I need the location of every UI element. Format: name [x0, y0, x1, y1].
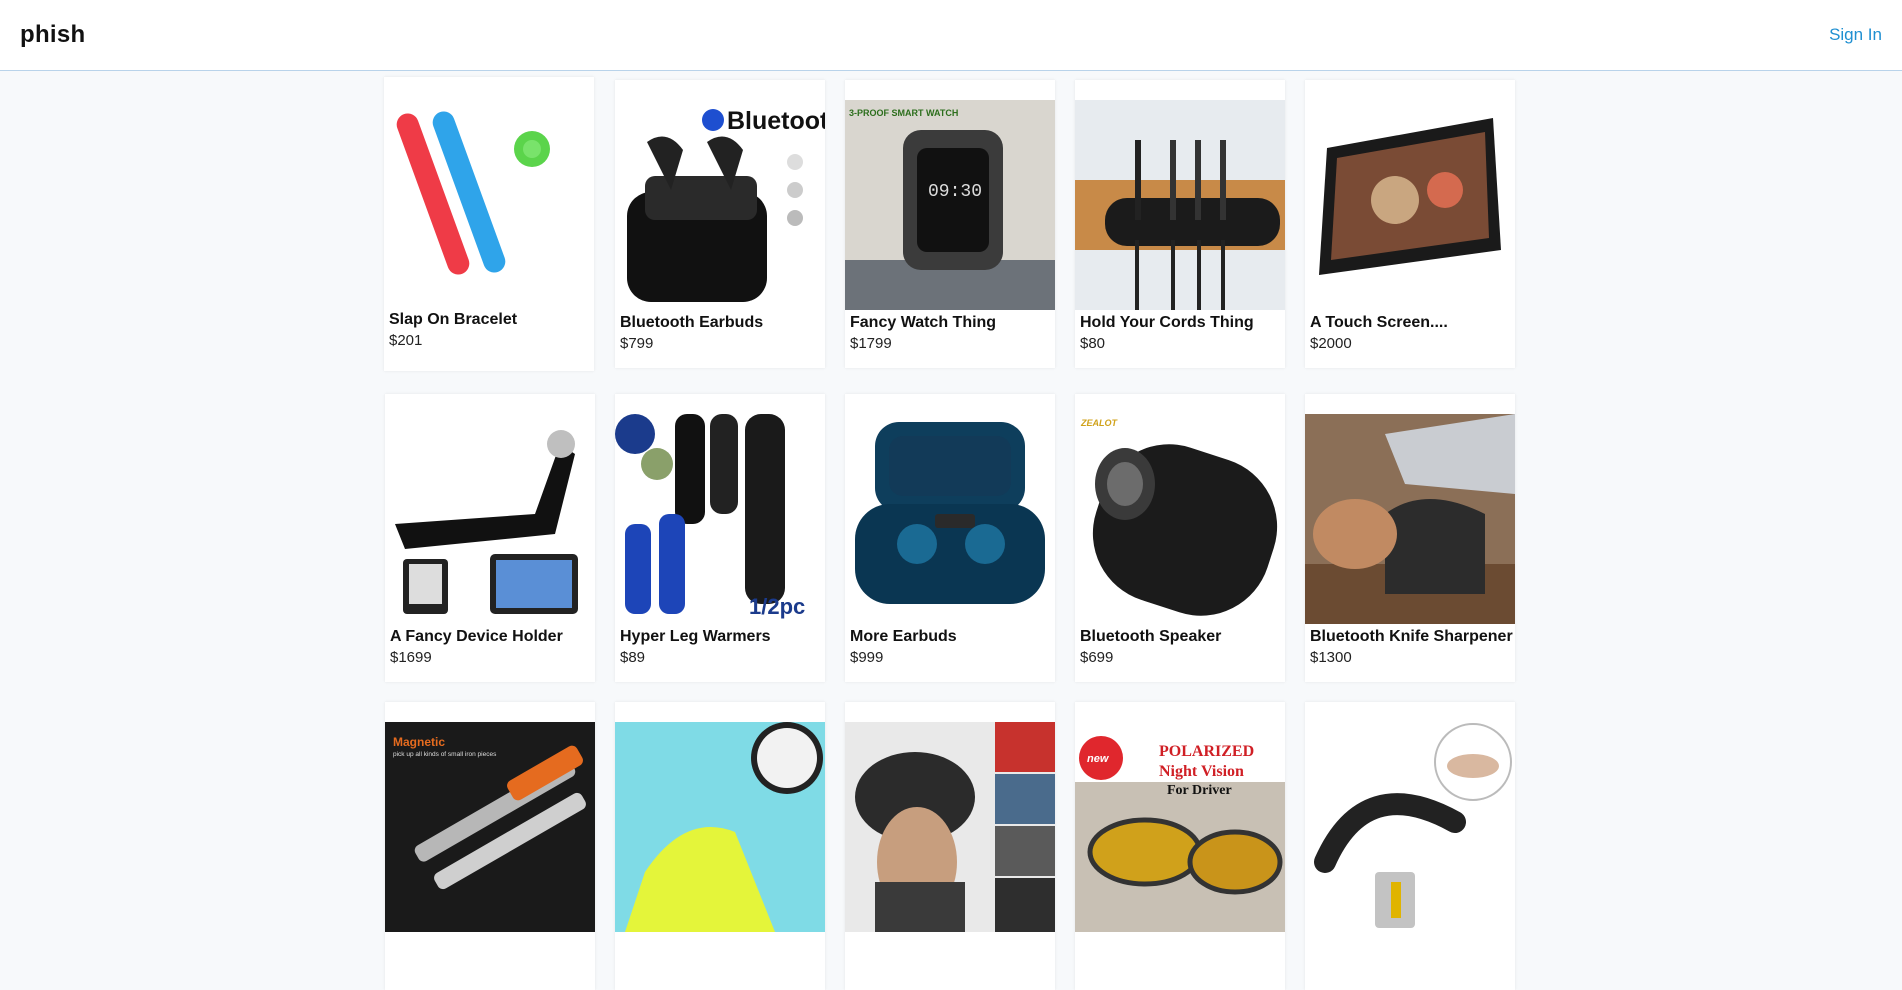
product-grid: Slap On Bracelet $201 Bluetooth Bluetoot… [384, 77, 1515, 990]
image-text-magnetic: Magnetic [393, 735, 445, 749]
product-card[interactable]: A Touch Screen.... $2000 [1305, 80, 1515, 368]
image-text-smart-watch: 3-PROOF SMART WATCH [849, 108, 958, 118]
product-card[interactable]: Bluetooth Knife Sharpener $1300 [1305, 394, 1515, 682]
product-card[interactable]: ZEALOT Bluetooth Speaker $699 [1075, 394, 1285, 682]
product-image-slap-bracelet [384, 97, 594, 307]
product-image-night-vision: new POLARIZED Night Vision For Driver [1075, 722, 1285, 932]
slap-bracelet-image [384, 97, 594, 307]
image-text-driver: For Driver [1167, 783, 1232, 798]
product-image-speaker: ZEALOT [1075, 414, 1285, 624]
sign-in-link[interactable]: Sign In [1829, 25, 1882, 45]
image-text-night-vision: Night Vision [1159, 763, 1244, 780]
product-image-knife-sharpener [1305, 414, 1515, 624]
smart-watch-image: 3-PROOF SMART WATCH 09:30 [845, 100, 1055, 310]
product-image-winter-hat [845, 722, 1055, 932]
product-price: $799 [620, 335, 654, 352]
product-name[interactable]: A Fancy Device Holder [390, 628, 563, 646]
screen-magnifier-image [1305, 100, 1515, 310]
product-price: $2000 [1310, 335, 1352, 352]
product-image-device-holder [385, 414, 595, 624]
speaker-image: ZEALOT [1075, 414, 1285, 624]
product-name[interactable]: Bluetooth Knife Sharpener [1310, 628, 1513, 646]
product-price: $1300 [1310, 649, 1352, 666]
product-name[interactable]: Hyper Leg Warmers [620, 628, 771, 646]
badge-new: new [1087, 753, 1110, 765]
brand-logo[interactable]: phish [20, 21, 86, 49]
product-name[interactable]: A Touch Screen.... [1310, 314, 1448, 332]
product-name[interactable]: Hold Your Cords Thing [1080, 314, 1254, 332]
product-card[interactable]: Slap On Bracelet $201 [384, 77, 594, 371]
cord-holder-image [1075, 100, 1285, 310]
leg-warmers-image: 1/2pc [615, 414, 825, 624]
image-text-zealot: ZEALOT [1080, 418, 1118, 428]
product-card[interactable]: 1/2pc Hyper Leg Warmers $89 [615, 394, 825, 682]
product-card[interactable]: More Earbuds $999 [845, 394, 1055, 682]
night-vision-glasses-image: new POLARIZED Night Vision For Driver [1075, 722, 1285, 932]
svg-text:09:30: 09:30 [928, 182, 982, 202]
product-image-screen-magnifier [1305, 100, 1515, 310]
winter-hat-image [845, 722, 1055, 932]
product-image-earbuds: Bluetooth [615, 100, 825, 310]
image-text-pc: 1/2pc [749, 594, 805, 619]
shoe-cover-image [615, 722, 825, 932]
product-card[interactable]: Magnetic pick up all kinds of small iron… [385, 702, 595, 990]
product-name[interactable]: Fancy Watch Thing [850, 314, 996, 332]
earbuds-case-image [845, 414, 1055, 624]
product-card[interactable]: 3-PROOF SMART WATCH 09:30 Fancy Watch Th… [845, 80, 1055, 368]
product-name[interactable]: Slap On Bracelet [389, 311, 517, 329]
product-image-earbuds-case [845, 414, 1055, 624]
product-price: $89 [620, 649, 646, 666]
product-image-leg-warmers: 1/2pc [615, 414, 825, 624]
usb-bracelet-image [1305, 722, 1515, 932]
product-price: $80 [1080, 335, 1106, 352]
product-price: $699 [1080, 649, 1114, 666]
product-price: $999 [850, 649, 884, 666]
product-name[interactable]: More Earbuds [850, 628, 957, 646]
product-image-cord-holder [1075, 100, 1285, 310]
product-price: $201 [389, 332, 423, 349]
product-name[interactable]: Bluetooth Earbuds [620, 314, 763, 332]
top-header: phish Sign In [0, 0, 1902, 71]
device-holder-image [385, 414, 595, 624]
image-subtext-magnetic: pick up all kinds of small iron pieces [393, 751, 497, 758]
image-text-polarized: POLARIZED [1159, 743, 1254, 760]
product-card[interactable] [845, 702, 1055, 990]
product-card[interactable] [615, 702, 825, 990]
magnetic-pickup-tool-image: Magnetic pick up all kinds of small iron… [385, 722, 595, 932]
product-image-usb-bracelet [1305, 722, 1515, 932]
product-card[interactable]: Hold Your Cords Thing $80 [1075, 80, 1285, 368]
product-card[interactable]: Bluetooth Bluetooth Earbuds $799 [615, 80, 825, 368]
product-price: $1799 [850, 335, 892, 352]
earbuds-image: Bluetooth [615, 100, 825, 310]
product-image-magnetic-tool: Magnetic pick up all kinds of small iron… [385, 722, 595, 932]
product-name[interactable]: Bluetooth Speaker [1080, 628, 1221, 646]
product-card[interactable]: new POLARIZED Night Vision For Driver [1075, 702, 1285, 990]
knife-sharpener-image [1305, 414, 1515, 624]
product-card[interactable]: A Fancy Device Holder $1699 [385, 394, 595, 682]
product-price: $1699 [390, 649, 432, 666]
product-image-shoe-cover [615, 722, 825, 932]
product-image-smart-watch: 3-PROOF SMART WATCH 09:30 [845, 100, 1055, 310]
product-card[interactable] [1305, 702, 1515, 990]
image-text-bluetooth: Bluetooth [727, 107, 825, 135]
